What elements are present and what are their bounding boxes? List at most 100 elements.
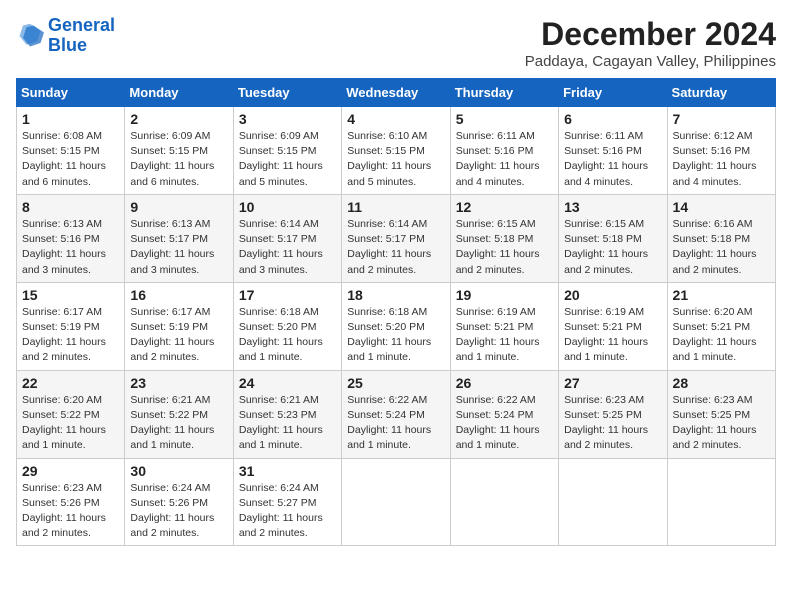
calendar-cell	[342, 458, 450, 546]
calendar-body: 1 Sunrise: 6:08 AMSunset: 5:15 PMDayligh…	[17, 107, 776, 546]
calendar-cell: 9 Sunrise: 6:13 AMSunset: 5:17 PMDayligh…	[125, 194, 233, 282]
day-info: Sunrise: 6:20 AMSunset: 5:22 PMDaylight:…	[22, 393, 119, 454]
calendar-cell: 8 Sunrise: 6:13 AMSunset: 5:16 PMDayligh…	[17, 194, 125, 282]
calendar-table: SundayMondayTuesdayWednesdayThursdayFrid…	[16, 78, 776, 546]
calendar-cell: 15 Sunrise: 6:17 AMSunset: 5:19 PMDaylig…	[17, 282, 125, 370]
calendar-cell	[559, 458, 667, 546]
day-info: Sunrise: 6:23 AMSunset: 5:25 PMDaylight:…	[673, 393, 770, 454]
calendar-cell: 2 Sunrise: 6:09 AMSunset: 5:15 PMDayligh…	[125, 107, 233, 195]
calendar-cell: 28 Sunrise: 6:23 AMSunset: 5:25 PMDaylig…	[667, 370, 775, 458]
day-info: Sunrise: 6:22 AMSunset: 5:24 PMDaylight:…	[456, 393, 553, 454]
day-info: Sunrise: 6:19 AMSunset: 5:21 PMDaylight:…	[456, 305, 553, 366]
calendar-cell: 20 Sunrise: 6:19 AMSunset: 5:21 PMDaylig…	[559, 282, 667, 370]
day-header-saturday: Saturday	[667, 79, 775, 107]
day-info: Sunrise: 6:18 AMSunset: 5:20 PMDaylight:…	[239, 305, 336, 366]
calendar-cell: 17 Sunrise: 6:18 AMSunset: 5:20 PMDaylig…	[233, 282, 341, 370]
day-number: 21	[673, 287, 770, 303]
calendar-cell: 4 Sunrise: 6:10 AMSunset: 5:15 PMDayligh…	[342, 107, 450, 195]
day-info: Sunrise: 6:17 AMSunset: 5:19 PMDaylight:…	[130, 305, 227, 366]
logo: General Blue	[16, 16, 115, 56]
day-info: Sunrise: 6:09 AMSunset: 5:15 PMDaylight:…	[130, 129, 227, 190]
day-number: 1	[22, 111, 119, 127]
day-number: 15	[22, 287, 119, 303]
day-info: Sunrise: 6:18 AMSunset: 5:20 PMDaylight:…	[347, 305, 444, 366]
calendar-header-row: SundayMondayTuesdayWednesdayThursdayFrid…	[17, 79, 776, 107]
day-info: Sunrise: 6:10 AMSunset: 5:15 PMDaylight:…	[347, 129, 444, 190]
day-info: Sunrise: 6:17 AMSunset: 5:19 PMDaylight:…	[22, 305, 119, 366]
calendar-week-row: 29 Sunrise: 6:23 AMSunset: 5:26 PMDaylig…	[17, 458, 776, 546]
day-info: Sunrise: 6:14 AMSunset: 5:17 PMDaylight:…	[347, 217, 444, 278]
day-number: 7	[673, 111, 770, 127]
calendar-cell	[667, 458, 775, 546]
calendar-cell: 26 Sunrise: 6:22 AMSunset: 5:24 PMDaylig…	[450, 370, 558, 458]
calendar-cell: 25 Sunrise: 6:22 AMSunset: 5:24 PMDaylig…	[342, 370, 450, 458]
calendar-cell: 31 Sunrise: 6:24 AMSunset: 5:27 PMDaylig…	[233, 458, 341, 546]
calendar-cell: 19 Sunrise: 6:19 AMSunset: 5:21 PMDaylig…	[450, 282, 558, 370]
day-number: 4	[347, 111, 444, 127]
day-info: Sunrise: 6:24 AMSunset: 5:26 PMDaylight:…	[130, 481, 227, 542]
day-number: 9	[130, 199, 227, 215]
day-number: 11	[347, 199, 444, 215]
day-number: 18	[347, 287, 444, 303]
day-number: 30	[130, 463, 227, 479]
day-info: Sunrise: 6:11 AMSunset: 5:16 PMDaylight:…	[456, 129, 553, 190]
day-number: 16	[130, 287, 227, 303]
calendar-cell: 10 Sunrise: 6:14 AMSunset: 5:17 PMDaylig…	[233, 194, 341, 282]
day-header-wednesday: Wednesday	[342, 79, 450, 107]
day-info: Sunrise: 6:23 AMSunset: 5:26 PMDaylight:…	[22, 481, 119, 542]
calendar-cell: 22 Sunrise: 6:20 AMSunset: 5:22 PMDaylig…	[17, 370, 125, 458]
day-info: Sunrise: 6:22 AMSunset: 5:24 PMDaylight:…	[347, 393, 444, 454]
day-number: 29	[22, 463, 119, 479]
calendar-cell: 12 Sunrise: 6:15 AMSunset: 5:18 PMDaylig…	[450, 194, 558, 282]
day-info: Sunrise: 6:19 AMSunset: 5:21 PMDaylight:…	[564, 305, 661, 366]
calendar-cell: 13 Sunrise: 6:15 AMSunset: 5:18 PMDaylig…	[559, 194, 667, 282]
day-info: Sunrise: 6:09 AMSunset: 5:15 PMDaylight:…	[239, 129, 336, 190]
day-info: Sunrise: 6:12 AMSunset: 5:16 PMDaylight:…	[673, 129, 770, 190]
calendar-cell: 16 Sunrise: 6:17 AMSunset: 5:19 PMDaylig…	[125, 282, 233, 370]
calendar-cell: 21 Sunrise: 6:20 AMSunset: 5:21 PMDaylig…	[667, 282, 775, 370]
day-info: Sunrise: 6:08 AMSunset: 5:15 PMDaylight:…	[22, 129, 119, 190]
day-number: 12	[456, 199, 553, 215]
day-number: 2	[130, 111, 227, 127]
day-info: Sunrise: 6:11 AMSunset: 5:16 PMDaylight:…	[564, 129, 661, 190]
calendar-cell: 18 Sunrise: 6:18 AMSunset: 5:20 PMDaylig…	[342, 282, 450, 370]
day-number: 14	[673, 199, 770, 215]
calendar-week-row: 15 Sunrise: 6:17 AMSunset: 5:19 PMDaylig…	[17, 282, 776, 370]
day-info: Sunrise: 6:23 AMSunset: 5:25 PMDaylight:…	[564, 393, 661, 454]
calendar-cell: 5 Sunrise: 6:11 AMSunset: 5:16 PMDayligh…	[450, 107, 558, 195]
calendar-cell: 14 Sunrise: 6:16 AMSunset: 5:18 PMDaylig…	[667, 194, 775, 282]
day-number: 3	[239, 111, 336, 127]
calendar-week-row: 22 Sunrise: 6:20 AMSunset: 5:22 PMDaylig…	[17, 370, 776, 458]
day-number: 6	[564, 111, 661, 127]
day-number: 17	[239, 287, 336, 303]
day-header-thursday: Thursday	[450, 79, 558, 107]
day-number: 20	[564, 287, 661, 303]
day-number: 10	[239, 199, 336, 215]
calendar-cell: 11 Sunrise: 6:14 AMSunset: 5:17 PMDaylig…	[342, 194, 450, 282]
calendar-cell: 24 Sunrise: 6:21 AMSunset: 5:23 PMDaylig…	[233, 370, 341, 458]
day-info: Sunrise: 6:15 AMSunset: 5:18 PMDaylight:…	[564, 217, 661, 278]
day-header-tuesday: Tuesday	[233, 79, 341, 107]
day-info: Sunrise: 6:20 AMSunset: 5:21 PMDaylight:…	[673, 305, 770, 366]
day-number: 5	[456, 111, 553, 127]
calendar-cell: 3 Sunrise: 6:09 AMSunset: 5:15 PMDayligh…	[233, 107, 341, 195]
calendar-week-row: 8 Sunrise: 6:13 AMSunset: 5:16 PMDayligh…	[17, 194, 776, 282]
calendar-cell: 23 Sunrise: 6:21 AMSunset: 5:22 PMDaylig…	[125, 370, 233, 458]
subtitle: Paddaya, Cagayan Valley, Philippines	[525, 53, 776, 70]
day-number: 24	[239, 375, 336, 391]
day-info: Sunrise: 6:14 AMSunset: 5:17 PMDaylight:…	[239, 217, 336, 278]
calendar-week-row: 1 Sunrise: 6:08 AMSunset: 5:15 PMDayligh…	[17, 107, 776, 195]
day-number: 13	[564, 199, 661, 215]
logo-text: General Blue	[48, 16, 115, 56]
calendar-cell: 1 Sunrise: 6:08 AMSunset: 5:15 PMDayligh…	[17, 107, 125, 195]
day-header-sunday: Sunday	[17, 79, 125, 107]
day-info: Sunrise: 6:21 AMSunset: 5:23 PMDaylight:…	[239, 393, 336, 454]
calendar-cell: 7 Sunrise: 6:12 AMSunset: 5:16 PMDayligh…	[667, 107, 775, 195]
day-number: 31	[239, 463, 336, 479]
day-number: 25	[347, 375, 444, 391]
calendar-cell: 27 Sunrise: 6:23 AMSunset: 5:25 PMDaylig…	[559, 370, 667, 458]
calendar-cell	[450, 458, 558, 546]
day-info: Sunrise: 6:16 AMSunset: 5:18 PMDaylight:…	[673, 217, 770, 278]
day-header-monday: Monday	[125, 79, 233, 107]
page-header: General Blue December 2024 Paddaya, Caga…	[16, 16, 776, 70]
